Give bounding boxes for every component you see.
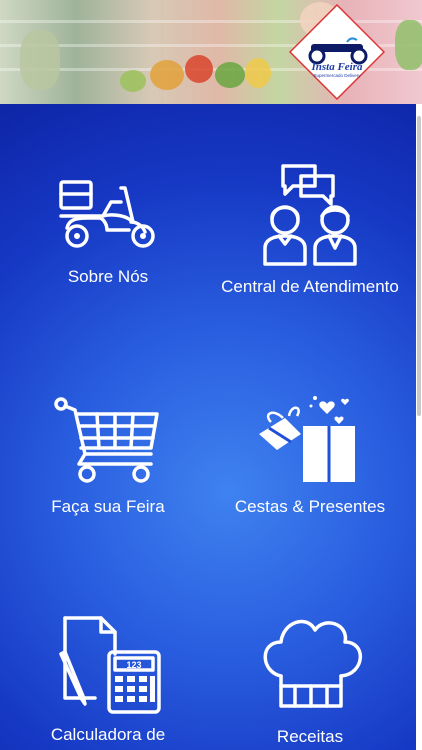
delivery-scooter-icon	[59, 180, 155, 248]
banner-produce	[215, 62, 245, 88]
banner-produce	[245, 58, 271, 88]
svg-text:123: 123	[126, 660, 141, 670]
main-menu: Sobre Nós Central de Atendimento Faça su…	[0, 104, 416, 750]
menu-item-label: Cestas & Presentes	[234, 497, 386, 516]
header-banner: Insta Feira Supermercado Delivery	[0, 0, 422, 104]
menu-item-label: Faça sua Feira	[51, 497, 165, 516]
shopper-figure	[20, 30, 60, 90]
customer-service-icon	[263, 164, 357, 266]
menu-item-label: Calculadora de	[50, 725, 166, 744]
menu-item-receitas[interactable]: Receitas	[210, 612, 410, 750]
scrollbar[interactable]	[416, 104, 422, 750]
menu-item-cestas-presentes[interactable]: Cestas & Presentes	[210, 394, 410, 520]
scrollbar-thumb[interactable]	[417, 116, 421, 416]
menu-item-calculadora[interactable]: 123 Calculadora de	[8, 614, 208, 748]
chef-hat-icon	[263, 619, 363, 708]
insta-feira-logo: Insta Feira Supermercado Delivery	[289, 4, 385, 100]
menu-item-faca-sua-feira[interactable]: Faça sua Feira	[8, 396, 208, 520]
menu-item-label: Sobre Nós	[67, 267, 149, 286]
svg-text:Insta Feira: Insta Feira	[310, 61, 363, 73]
banner-produce	[150, 60, 184, 90]
gift-box-icon	[259, 396, 355, 482]
shopping-cart-icon	[54, 397, 159, 483]
banner-produce	[185, 55, 213, 83]
menu-item-central-de-atendimento[interactable]: Central de Atendimento	[210, 162, 410, 300]
menu-item-sobre-nos[interactable]: Sobre Nós	[8, 176, 208, 290]
banner-produce	[395, 20, 422, 70]
calculator-icon: 123	[59, 616, 161, 714]
svg-text:Supermercado Delivery: Supermercado Delivery	[313, 73, 361, 78]
menu-item-label: Central de Atendimento	[221, 277, 399, 296]
banner-produce	[120, 70, 146, 92]
menu-item-label: Receitas	[276, 727, 344, 746]
